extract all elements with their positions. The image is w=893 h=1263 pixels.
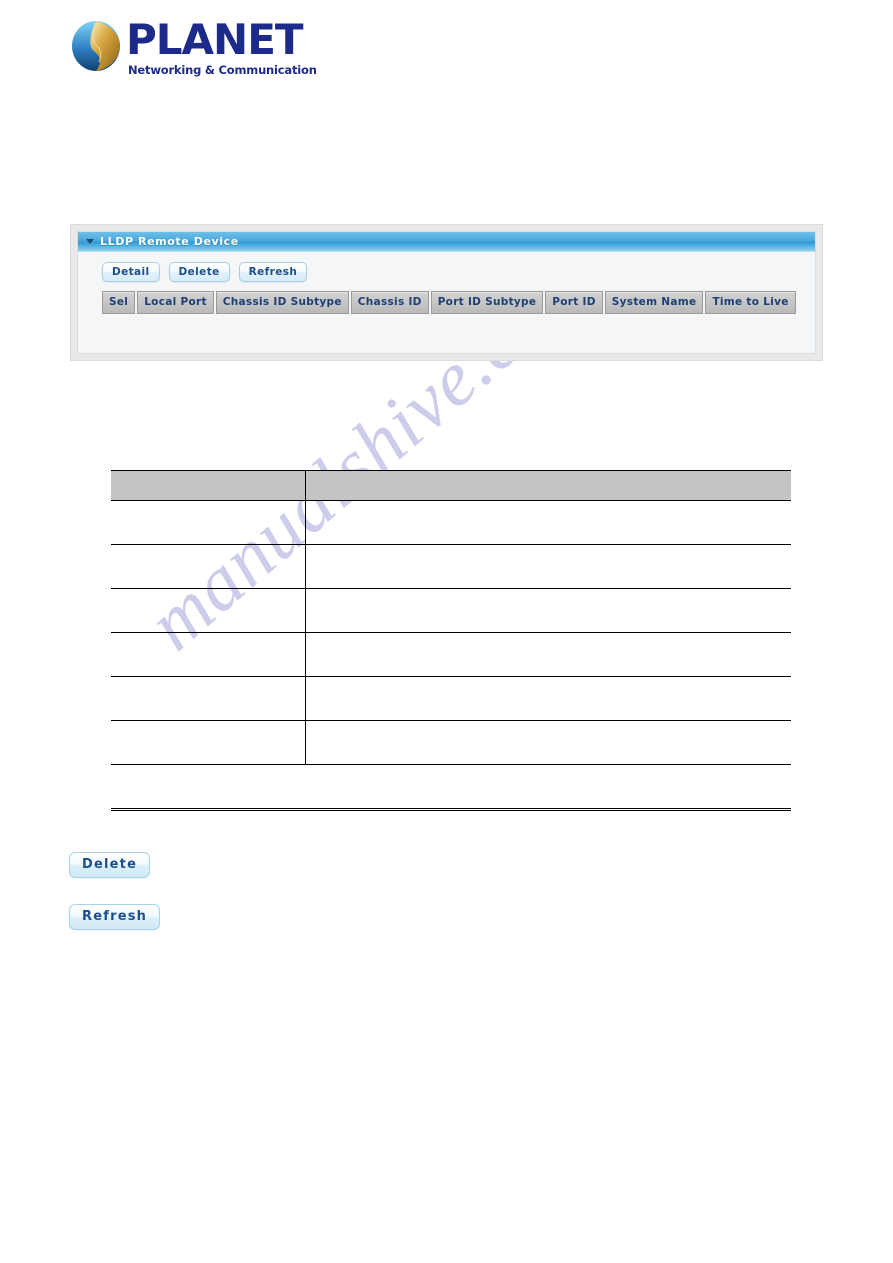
description-table [111, 470, 791, 811]
panel-button-row: Detail Delete Refresh [102, 262, 815, 282]
panel-inner: LLDP Remote Device Detail Delete Refresh… [77, 231, 816, 354]
description-header-right [305, 470, 791, 501]
planet-logo: PLANET Networking & Communication [70, 12, 370, 82]
refresh-button[interactable]: Refresh [238, 262, 308, 282]
description-cell-label [111, 544, 306, 589]
description-cell-text [305, 720, 791, 765]
description-header-left [111, 470, 306, 501]
logo-brand: PLANET [126, 15, 304, 64]
planet-globe-icon [72, 21, 120, 71]
column-header-port-id[interactable]: Port ID [545, 291, 603, 314]
description-cell-text [305, 632, 791, 677]
logo-tagline: Networking & Communication [128, 63, 317, 77]
column-header-chassis-id-subtype[interactable]: Chassis ID Subtype [215, 291, 349, 314]
table-row [111, 500, 791, 545]
logo-text-block: PLANET Networking & Communication [126, 15, 317, 78]
panel-title: LLDP Remote Device [100, 235, 239, 248]
table-row [111, 544, 791, 589]
column-header-time-to-live[interactable]: Time to Live [705, 291, 796, 314]
description-table-header-row [111, 470, 791, 501]
table-row [111, 588, 791, 633]
description-cell-label [111, 764, 306, 811]
description-cell-label [111, 588, 306, 633]
description-cell-label [111, 720, 306, 765]
table-row [111, 764, 791, 811]
description-cell-label [111, 500, 306, 545]
description-cell-text [305, 588, 791, 633]
lldp-remote-device-table: Sel Local Port Chassis ID Subtype Chassi… [100, 291, 798, 314]
table-row [111, 676, 791, 721]
column-header-system-name[interactable]: System Name [604, 291, 704, 314]
table-row [111, 632, 791, 677]
delete-button-standalone[interactable]: Delete [69, 852, 151, 878]
delete-button[interactable]: Delete [168, 262, 230, 282]
description-cell-label [111, 632, 306, 677]
triangle-down-icon[interactable] [86, 239, 94, 244]
column-header-local-port[interactable]: Local Port [137, 291, 214, 314]
lldp-remote-device-panel: LLDP Remote Device Detail Delete Refresh… [70, 224, 823, 361]
description-cell-text [305, 764, 791, 811]
panel-header[interactable]: LLDP Remote Device [78, 232, 815, 252]
column-header-port-id-subtype[interactable]: Port ID Subtype [430, 291, 544, 314]
description-table-body [111, 500, 791, 811]
detail-button[interactable]: Detail [102, 262, 160, 282]
table-row [111, 720, 791, 765]
description-cell-text [305, 676, 791, 721]
description-cell-text [305, 544, 791, 589]
description-cell-text [305, 500, 791, 545]
column-header-chassis-id[interactable]: Chassis ID [350, 291, 429, 314]
table-header-row: Sel Local Port Chassis ID Subtype Chassi… [102, 291, 796, 314]
column-header-sel[interactable]: Sel [102, 291, 136, 314]
refresh-button-standalone[interactable]: Refresh [69, 904, 161, 930]
description-cell-label [111, 676, 306, 721]
panel-body: Detail Delete Refresh Sel Local Port Cha… [78, 252, 815, 314]
